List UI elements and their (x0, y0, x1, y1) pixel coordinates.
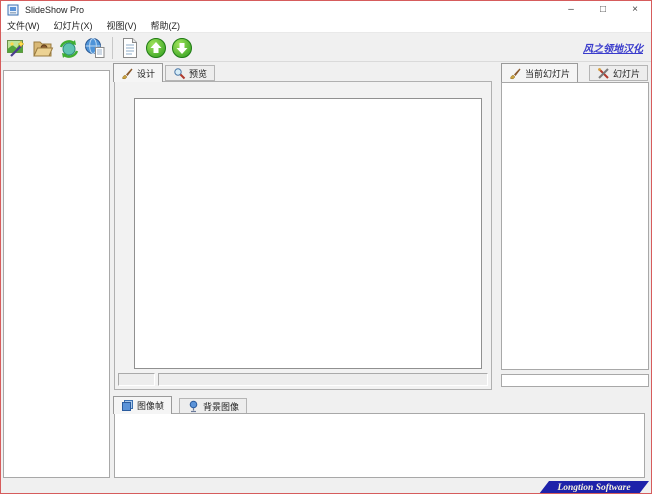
export-web-button[interactable] (82, 35, 108, 61)
new-slideshow-button[interactable] (4, 35, 30, 61)
window-title: SlideShow Pro (25, 5, 85, 15)
longtion-badge-label: Longtion Software (557, 482, 631, 493)
globe-refresh-icon (59, 39, 79, 58)
slideshow-pro-window: SlideShow Pro – □ × 文件(W) 幻灯片(X) 视图(V) 帮… (0, 0, 652, 494)
publish-slideshow-button[interactable] (56, 35, 82, 61)
tab-current-slide[interactable]: 当前幻灯片 (501, 63, 579, 82)
toolbar: 风之领地汉化 (1, 34, 651, 62)
app-icon (7, 4, 19, 16)
window-controls: – □ × (555, 1, 651, 19)
menu-file[interactable]: 文件(W) (7, 19, 40, 32)
tab-slides-label: 幻灯片 (613, 68, 641, 79)
minimize-button[interactable]: – (555, 1, 587, 19)
globe-page-icon (85, 37, 105, 58)
tab-slides[interactable]: 幻灯片 (589, 65, 649, 81)
tab-image-frames[interactable]: 图像帧 (113, 396, 173, 414)
menu-slideshow[interactable]: 幻灯片(X) (54, 19, 93, 32)
tab-preview[interactable]: 预览 (165, 65, 216, 81)
current-slide-panel[interactable] (501, 82, 649, 370)
open-project-button[interactable] (30, 35, 56, 61)
current-slide-footer (501, 374, 649, 387)
status-cell-left (118, 373, 155, 386)
image-wand-icon (7, 39, 25, 57)
tab-design-label: 设计 (137, 68, 156, 79)
green-up-arrow-icon (146, 37, 166, 58)
move-down-button[interactable] (169, 35, 195, 61)
green-down-arrow-icon (172, 37, 192, 58)
tab-background-image[interactable]: 背景图像 (179, 398, 248, 414)
close-button[interactable]: × (619, 1, 651, 19)
design-panel (114, 81, 492, 390)
tools-icon (598, 67, 609, 79)
title-bar: SlideShow Pro – □ × (1, 1, 651, 19)
move-up-button[interactable] (143, 35, 169, 61)
menu-help[interactable]: 帮助(Z) (151, 19, 181, 32)
tab-background-image-label: 背景图像 (203, 401, 240, 412)
magnifier-icon (174, 67, 186, 79)
maximize-button[interactable]: □ (587, 1, 619, 19)
menu-bar: 文件(W) 幻灯片(X) 视图(V) 帮助(Z) (1, 19, 651, 33)
slide-list[interactable] (3, 70, 110, 478)
preview-document-button[interactable] (117, 35, 143, 61)
toolbar-separator (112, 36, 113, 59)
background-image-icon (189, 400, 198, 412)
paintbrush-icon (510, 68, 521, 79)
tab-image-frames-label: 图像帧 (137, 401, 165, 411)
paintbrush-icon (122, 68, 133, 79)
tab-design[interactable]: 设计 (113, 63, 164, 82)
design-canvas[interactable] (134, 98, 482, 369)
longtion-badge[interactable]: Longtion Software (539, 481, 649, 494)
translator-credit-link[interactable]: 风之领地汉化 (583, 40, 643, 55)
image-frames-icon (122, 400, 133, 411)
status-cell-right (158, 373, 488, 386)
tab-preview-label: 预览 (189, 68, 208, 79)
document-icon (123, 37, 137, 58)
menu-view[interactable]: 视图(V) (107, 19, 137, 32)
image-frames-list[interactable] (114, 413, 645, 478)
open-folder-icon (33, 41, 54, 56)
tab-current-slide-label: 当前幻灯片 (525, 68, 571, 79)
